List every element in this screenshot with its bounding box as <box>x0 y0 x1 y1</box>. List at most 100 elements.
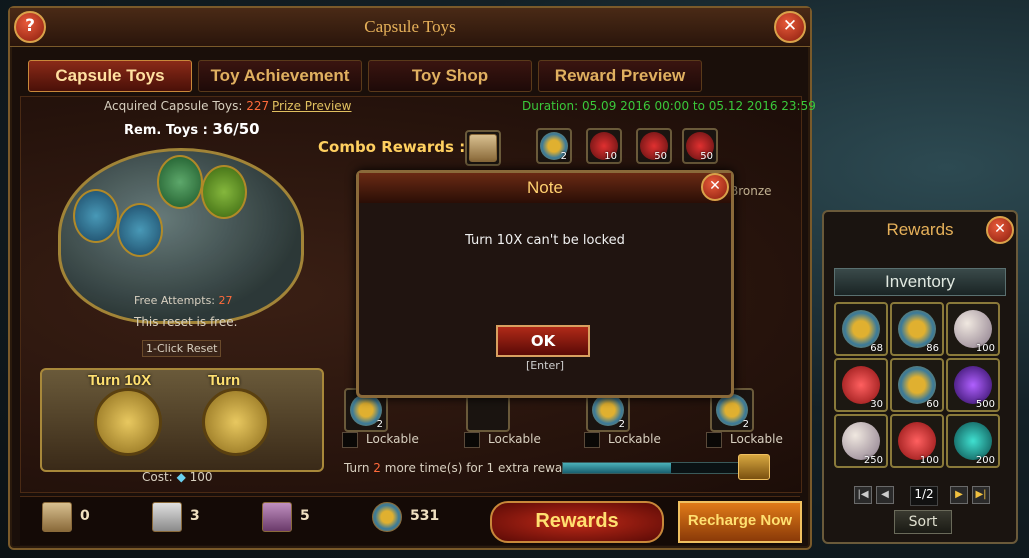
free-attempts-value: 27 <box>218 294 233 307</box>
gold-coin-count: 531 <box>410 508 440 524</box>
combo-count: 50 <box>700 151 713 162</box>
lockable-checkbox[interactable] <box>342 432 358 448</box>
tab-inventory[interactable]: Inventory <box>834 268 1006 296</box>
combo-reward-slot[interactable]: 2 <box>536 128 572 164</box>
window-title: Capsule Toys <box>364 17 456 36</box>
prize-preview-link[interactable]: Prize Preview <box>272 99 352 113</box>
bronze-label: Bronze <box>730 184 772 198</box>
recharge-now-button[interactable]: Recharge Now <box>678 501 802 543</box>
close-button[interactable]: ✕ <box>774 11 806 43</box>
prev-page-button[interactable]: ◀ <box>876 486 894 504</box>
turn-button[interactable] <box>202 388 270 456</box>
combo-rewards-label: Combo Rewards : <box>318 138 466 156</box>
lockable-label: Lockable <box>608 432 661 446</box>
dialog-close-button[interactable]: ✕ <box>701 173 729 201</box>
dialog-message: Turn 10X can't be locked <box>465 233 625 248</box>
cost-value: 100 <box>189 470 213 484</box>
combo-reward-slot[interactable]: 50 <box>682 128 718 164</box>
lockable-label: Lockable <box>488 432 541 446</box>
page-indicator: 1/2 <box>910 486 938 506</box>
item-count: 60 <box>926 399 939 410</box>
combo-scroll-slot <box>465 130 501 166</box>
diamond-icon: ◆ <box>176 470 186 484</box>
reset-note: This reset is free. <box>134 315 238 329</box>
enter-hint: [Enter] <box>525 359 565 372</box>
slot-count: 2 <box>618 419 625 430</box>
remaining-toys: Rem. Toys : 36/50 <box>124 120 260 138</box>
acquired-value: 227 <box>246 99 270 113</box>
first-page-button[interactable]: |◀ <box>854 486 872 504</box>
turn-prefix: Turn <box>344 461 370 475</box>
cost-label: Cost: <box>142 470 173 484</box>
item-count: 86 <box>926 343 939 354</box>
acquired-capsule-toys: Acquired Capsule Toys: 227 <box>104 99 269 113</box>
combo-reward-slot[interactable]: 50 <box>636 128 672 164</box>
lockable-checkbox[interactable] <box>464 432 480 448</box>
one-click-reset-button[interactable]: 1-Click Reset <box>142 340 222 357</box>
capsule-egg <box>117 203 163 257</box>
item-count: 68 <box>870 343 883 354</box>
tab-toy-achievement[interactable]: Toy Achievement <box>198 60 362 92</box>
capsule-egg <box>73 189 119 243</box>
extra-reward-note: Turn 2 more time(s) for 1 extra reward. <box>344 461 578 475</box>
last-page-button[interactable]: ▶| <box>972 486 990 504</box>
treasure-chest-icon[interactable] <box>738 454 770 480</box>
extra-reward-progress-bar <box>562 462 744 474</box>
acquired-label: Acquired Capsule Toys: <box>104 99 243 113</box>
rewards-panel: Rewards ✕ Inventory 68 86 100 30 60 500 250 100… <box>822 210 1018 544</box>
silver-scroll-count: 3 <box>190 508 200 524</box>
gold-scroll-icon <box>42 502 72 532</box>
capsule-toys-window: Capsule Toys ? ✕ Capsule Toys Toy Achiev… <box>8 6 816 550</box>
inventory-item[interactable]: 250 <box>834 414 888 468</box>
progress-fill <box>563 463 671 473</box>
turn-10x-button[interactable] <box>94 388 162 456</box>
lockable-checkbox[interactable] <box>706 432 722 448</box>
rewards-button[interactable]: Rewards <box>490 501 664 543</box>
lockable-label: Lockable <box>730 432 783 446</box>
capsule-egg <box>201 165 247 219</box>
combo-count: 2 <box>560 151 567 162</box>
item-count: 200 <box>975 455 995 466</box>
rewards-close-button[interactable]: ✕ <box>986 216 1014 244</box>
inventory-item[interactable]: 30 <box>834 358 888 412</box>
rem-toys-label: Rem. Toys : <box>124 123 208 138</box>
inventory-item[interactable]: 60 <box>890 358 944 412</box>
rem-toys-value: 36/50 <box>212 120 260 138</box>
inventory-item[interactable]: 500 <box>946 358 1000 412</box>
inventory-item[interactable]: 86 <box>890 302 944 356</box>
event-duration: Duration: 05.09 2016 00:00 to 05.12 2016… <box>522 99 816 113</box>
combo-count: 10 <box>604 151 617 162</box>
tab-toy-shop[interactable]: Toy Shop <box>368 60 532 92</box>
combo-count: 50 <box>654 151 667 162</box>
inventory-item[interactable]: 200 <box>946 414 1000 468</box>
silver-scroll-icon <box>152 502 182 532</box>
turn-label: Turn <box>208 372 241 389</box>
help-button[interactable]: ? <box>14 11 46 43</box>
inventory-item[interactable]: 100 <box>890 414 944 468</box>
capsule-egg <box>157 155 203 209</box>
turn-suffix: more time(s) for 1 extra reward. <box>384 461 579 475</box>
gold-scroll-count: 0 <box>80 508 90 524</box>
item-count: 100 <box>919 455 939 466</box>
item-count: 250 <box>863 455 883 466</box>
combo-reward-slot[interactable]: 10 <box>586 128 622 164</box>
next-page-button[interactable]: ▶ <box>950 486 968 504</box>
lockable-label: Lockable <box>366 432 419 446</box>
inventory-item[interactable]: 100 <box>946 302 1000 356</box>
tab-capsule-toys[interactable]: Capsule Toys <box>28 60 192 92</box>
lockable-checkbox[interactable] <box>584 432 600 448</box>
tab-reward-preview[interactable]: Reward Preview <box>538 60 702 92</box>
slot-count: 2 <box>376 419 383 430</box>
inventory-item[interactable]: 68 <box>834 302 888 356</box>
capsule-machine-base <box>40 368 324 472</box>
scroll-icon <box>469 134 497 162</box>
item-count: 30 <box>870 399 883 410</box>
sort-button[interactable]: Sort <box>894 510 952 534</box>
purple-scroll-icon <box>262 502 292 532</box>
note-dialog: Note ✕ Turn 10X can't be locked OK [Ente… <box>356 170 734 398</box>
free-attempts: Free Attempts: 27 <box>134 294 233 307</box>
ok-button[interactable]: OK <box>496 325 590 357</box>
item-count: 500 <box>975 399 995 410</box>
turn-remaining: 2 <box>373 461 381 475</box>
dialog-title: Note <box>359 173 731 203</box>
